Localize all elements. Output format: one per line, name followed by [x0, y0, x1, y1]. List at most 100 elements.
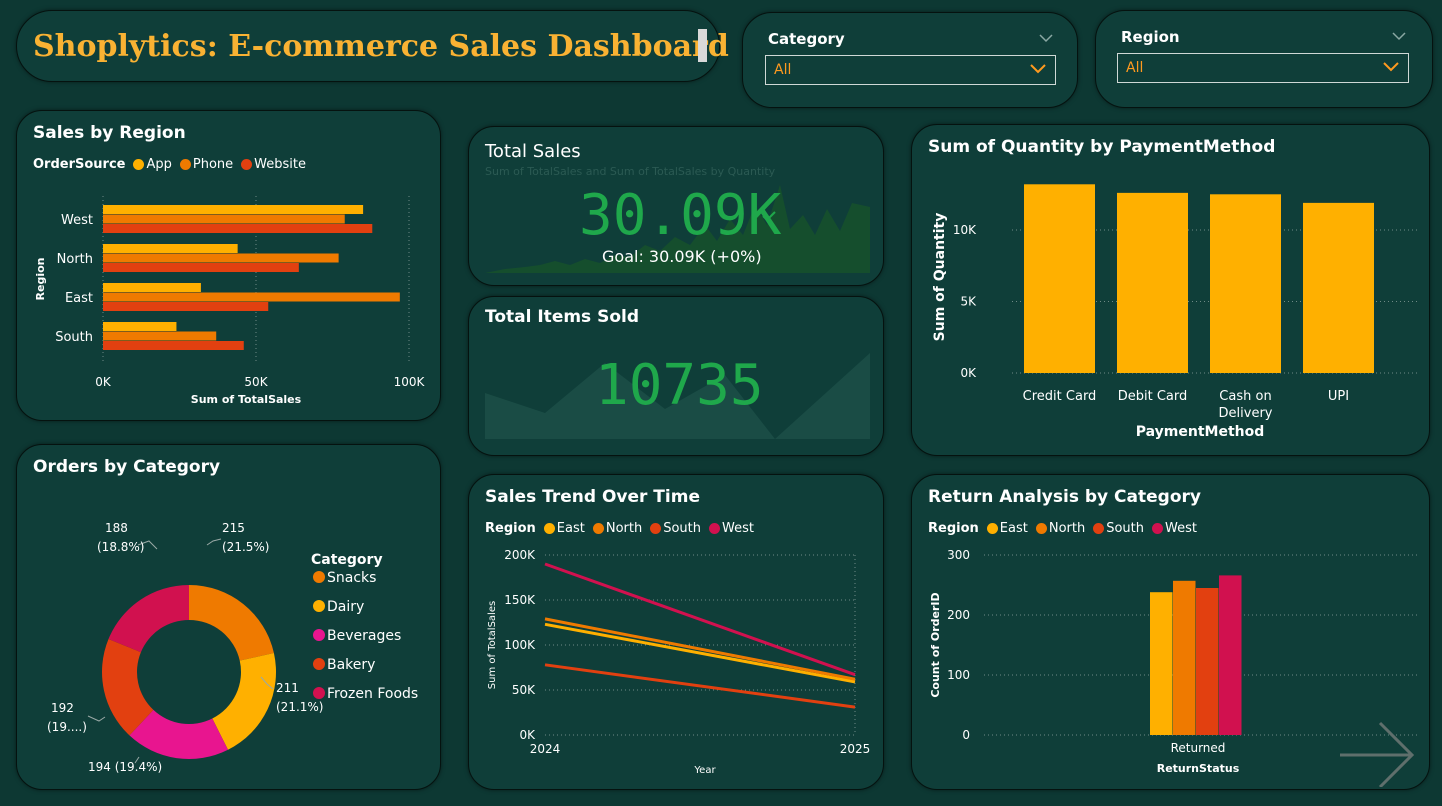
category-dropdown[interactable]: All — [765, 55, 1056, 85]
chevron-down-icon[interactable] — [1039, 33, 1053, 43]
bar — [1024, 184, 1095, 373]
x-tick-label: Returned — [1171, 741, 1226, 755]
region-dropdown[interactable]: All — [1117, 53, 1409, 83]
slicer-label-category: Category — [768, 30, 845, 48]
x-axis-label: ReturnStatus — [1157, 762, 1240, 775]
legend-swatch — [1093, 523, 1105, 534]
bar — [1210, 194, 1281, 373]
y-axis-label: Region — [34, 258, 47, 301]
total-items-value: 10735 — [595, 353, 764, 418]
legend-swatch — [179, 159, 191, 170]
legend-item[interactable]: App — [133, 157, 172, 172]
legend-swatch — [313, 687, 325, 699]
legend-title: Category — [311, 552, 383, 568]
legend-title: Region — [485, 521, 536, 536]
bar — [103, 302, 269, 311]
legend-item[interactable]: North — [592, 521, 642, 536]
legend-swatch — [133, 159, 145, 170]
legend-swatch — [708, 523, 720, 534]
chart-legend: Region East North South West — [485, 521, 758, 536]
sales-trend-chart: 0K 50K 100K 150K 200K 2024 2025 Year Sum of Tota… — [487, 548, 870, 776]
donut-slice — [189, 585, 274, 661]
legend-label: Website — [254, 157, 306, 172]
total-sales-goal: Goal: 30.09K (+0%) — [602, 247, 762, 266]
legend-item[interactable]: East — [543, 521, 585, 536]
return-analysis-panel: Return Analysis by Category Region East … — [911, 474, 1430, 790]
legend-label: South — [1106, 521, 1144, 536]
slice-percent: (21.1%) — [276, 700, 323, 714]
quantity-by-payment-panel: Sum of Quantity by PaymentMethod 0K 5K 10K… — [911, 124, 1430, 456]
y-tick-label: North — [57, 252, 93, 267]
leader-line — [87, 715, 106, 722]
x-axis-label: PaymentMethod — [1136, 424, 1265, 440]
legend-item[interactable]: West — [708, 521, 754, 536]
bar — [103, 224, 373, 233]
chart-title: Sum of Quantity by PaymentMethod — [928, 137, 1276, 157]
legend-swatch — [313, 629, 325, 641]
kpi-title: Total Items Sold — [485, 307, 640, 327]
x-tick-label: 2024 — [530, 742, 561, 756]
legend-item[interactable]: Phone — [179, 157, 234, 172]
y-axis-label: Sum of TotalSales — [487, 601, 498, 689]
legend-item[interactable]: West — [1151, 521, 1197, 536]
x-axis-label: Sum of TotalSales — [191, 393, 302, 406]
arrow-right-icon[interactable] — [1340, 721, 1416, 787]
legend-swatch — [313, 658, 325, 670]
legend-label: Frozen Foods — [327, 686, 418, 702]
y-tick-label: 150K — [504, 593, 536, 607]
y-tick-label: 300 — [947, 548, 970, 562]
legend-item[interactable]: North — [1035, 521, 1086, 536]
series-line — [544, 562, 856, 677]
legend-item[interactable]: East — [986, 521, 1028, 536]
x-tick-label: Cash on — [1219, 389, 1271, 404]
region-dropdown-value: All — [1126, 60, 1144, 76]
slice-label: 192 — [51, 701, 74, 715]
legend-label: East — [556, 521, 585, 536]
x-tick-label: Debit Card — [1118, 389, 1188, 404]
legend-swatch — [650, 523, 662, 534]
x-axis-label: Year — [693, 765, 716, 776]
total-sales-panel: Total Sales Sum of TotalSales and Sum of… — [468, 126, 884, 286]
slice-label: 215 — [222, 521, 245, 535]
chevron-down-icon — [1030, 64, 1046, 74]
y-tick-label: 100 — [947, 668, 970, 682]
legend-label: Beverages — [327, 628, 401, 644]
total-sales-value: 30.09K — [579, 183, 782, 248]
scroll-handle[interactable] — [698, 29, 707, 62]
slicer-label-region: Region — [1121, 28, 1180, 46]
title-panel: Shoplytics: E-commerce Sales Dashboard — [16, 10, 729, 82]
legend-swatch — [1035, 523, 1047, 534]
x-tick-label: 0K — [95, 375, 112, 389]
legend-item[interactable]: South — [650, 521, 701, 536]
sales-by-region-panel: Sales by Region OrderSource App Phone We… — [16, 110, 441, 421]
legend-swatch — [543, 523, 555, 534]
legend-swatch — [313, 600, 325, 612]
bar — [103, 205, 364, 214]
y-tick-label: East — [65, 291, 93, 306]
x-tick-label: 50K — [244, 375, 268, 389]
kpi-faded-caption: Sum of TotalSales and Sum of TotalSales … — [485, 165, 776, 178]
chevron-down-icon — [1383, 62, 1399, 72]
legend-swatch — [241, 159, 253, 170]
chart-title: Orders by Category — [33, 457, 221, 477]
legend-item[interactable]: South — [1093, 521, 1144, 536]
region-slicer: Region All — [1095, 10, 1433, 108]
y-tick-label: 10K — [953, 223, 977, 237]
legend-label: North — [1048, 521, 1086, 536]
y-axis-label: Sum of Quantity — [932, 213, 948, 342]
leader-line — [206, 538, 222, 546]
quantity-by-payment-chart: 0K 5K 10K Credit Card Debit Card Cash on Deliv… — [932, 184, 1417, 440]
orders-by-category-panel: Orders by Category 215 (21.5%) 211 (21.1%) 1… — [16, 444, 441, 790]
legend-item[interactable]: Website — [241, 157, 306, 172]
chevron-down-icon[interactable] — [1392, 31, 1406, 41]
orders-by-category-chart: 215 (21.5%) 211 (21.1%) 194 (19.4%) 192 (19...… — [47, 521, 418, 774]
x-tick-label: UPI — [1328, 389, 1349, 404]
chart-title: Sales Trend Over Time — [485, 487, 700, 507]
slice-percent: (18.8%) — [97, 540, 144, 554]
slice-percent: (21.5%) — [222, 540, 269, 554]
sales-trend-panel: Sales Trend Over Time Region East North … — [468, 474, 884, 790]
legend-label: Dairy — [327, 599, 364, 615]
legend-label: West — [721, 521, 754, 536]
bar — [103, 341, 244, 350]
legend-label: Phone — [192, 157, 234, 172]
